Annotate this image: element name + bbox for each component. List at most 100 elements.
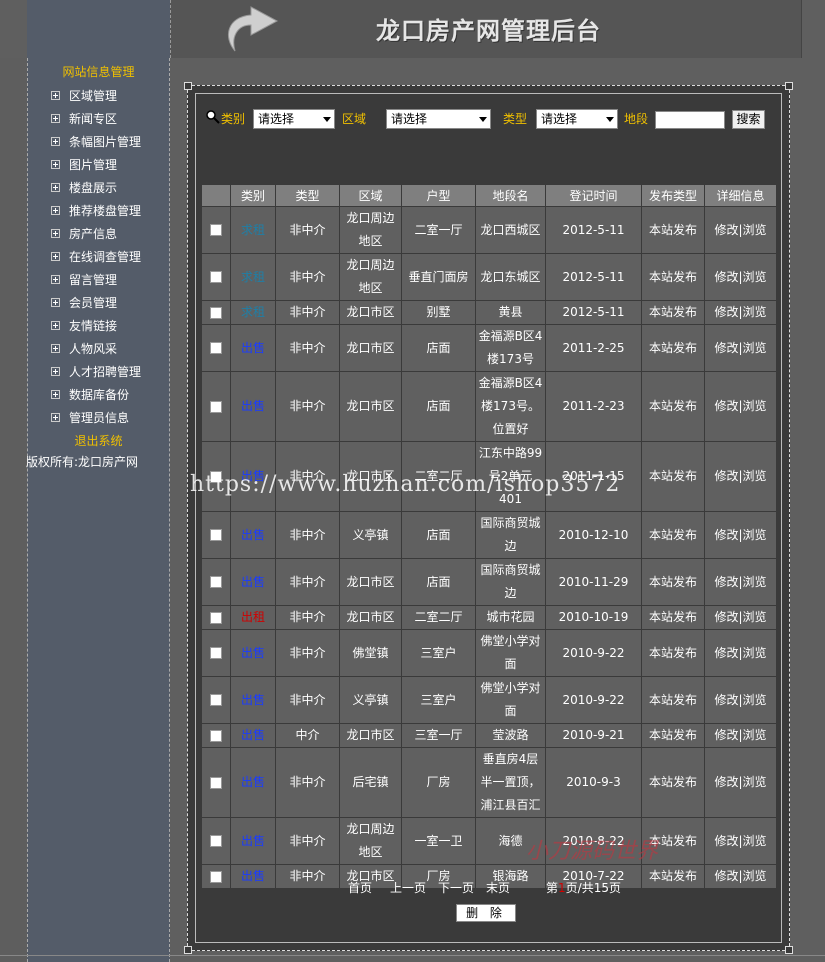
edit-link[interactable]: 修改 <box>714 305 738 319</box>
category-link-cell[interactable]: 出售 <box>230 324 276 372</box>
category-link[interactable]: 出售 <box>241 693 265 707</box>
expand-plus-icon[interactable] <box>51 229 60 238</box>
view-link[interactable]: 浏览 <box>743 305 767 319</box>
category-link-cell[interactable]: 出售 <box>230 747 276 818</box>
row-checkbox[interactable] <box>210 835 222 847</box>
last-page-link[interactable]: 末页 <box>486 879 510 897</box>
sidebar-item[interactable]: 友情链接 <box>28 315 169 338</box>
region-select[interactable]: 请选择 <box>386 109 491 129</box>
row-checkbox[interactable] <box>210 470 222 483</box>
sidebar-item[interactable]: 条幅图片管理 <box>28 131 169 154</box>
row-checkbox[interactable] <box>210 400 222 413</box>
sidebar-item[interactable]: 管理员信息 <box>28 407 169 430</box>
view-link[interactable]: 浏览 <box>743 693 767 707</box>
expand-plus-icon[interactable] <box>51 91 60 100</box>
expand-plus-icon[interactable] <box>51 344 60 353</box>
category-link[interactable]: 出租 <box>241 610 265 624</box>
row-checkbox[interactable] <box>210 647 222 659</box>
row-checkbox[interactable] <box>210 529 222 541</box>
category-link-cell[interactable]: 求租 <box>230 300 276 325</box>
row-checkbox[interactable] <box>210 306 222 319</box>
category-link-cell[interactable]: 出售 <box>230 676 276 724</box>
expand-plus-icon[interactable] <box>51 114 60 123</box>
category-select[interactable]: 请选择 <box>253 109 335 129</box>
row-checkbox[interactable] <box>210 271 222 283</box>
expand-plus-icon[interactable] <box>51 321 60 330</box>
delete-button[interactable]: 删 除 <box>456 904 516 922</box>
expand-plus-icon[interactable] <box>51 252 60 261</box>
category-link-cell[interactable]: 出租 <box>230 605 276 630</box>
category-link[interactable]: 求租 <box>241 270 265 284</box>
row-checkbox[interactable] <box>210 224 222 236</box>
view-link[interactable]: 浏览 <box>743 869 767 883</box>
expand-plus-icon[interactable] <box>51 275 60 284</box>
edit-link[interactable]: 修改 <box>714 341 738 355</box>
expand-plus-icon[interactable] <box>51 183 60 192</box>
edit-link[interactable]: 修改 <box>714 223 738 237</box>
category-link[interactable]: 出售 <box>241 646 265 660</box>
category-link[interactable]: 求租 <box>241 223 265 237</box>
category-link-cell[interactable]: 出售 <box>230 723 276 748</box>
expand-plus-icon[interactable] <box>51 206 60 215</box>
view-link[interactable]: 浏览 <box>743 469 767 483</box>
logout-link[interactable]: 退出系统 <box>28 430 169 452</box>
edit-link[interactable]: 修改 <box>714 834 738 848</box>
category-link[interactable]: 出售 <box>241 775 265 789</box>
sidebar-item[interactable]: 房产信息 <box>28 223 169 246</box>
view-link[interactable]: 浏览 <box>743 728 767 742</box>
category-link[interactable]: 出售 <box>241 399 265 413</box>
type-select[interactable]: 请选择 <box>536 109 618 129</box>
edit-link[interactable]: 修改 <box>714 575 738 589</box>
edit-link[interactable]: 修改 <box>714 775 738 789</box>
view-link[interactable]: 浏览 <box>743 270 767 284</box>
view-link[interactable]: 浏览 <box>743 775 767 789</box>
edit-link[interactable]: 修改 <box>714 399 738 413</box>
edit-link[interactable]: 修改 <box>714 270 738 284</box>
category-link[interactable]: 出售 <box>241 834 265 848</box>
category-link-cell[interactable]: 出售 <box>230 629 276 677</box>
category-link[interactable]: 出售 <box>241 728 265 742</box>
category-link[interactable]: 出售 <box>241 341 265 355</box>
expand-plus-icon[interactable] <box>51 413 60 422</box>
sidebar-item[interactable]: 推荐楼盘管理 <box>28 200 169 223</box>
sidebar-item[interactable]: 图片管理 <box>28 154 169 177</box>
next-page-link[interactable]: 下一页 <box>438 879 474 897</box>
search-button[interactable]: 搜索 <box>732 110 765 129</box>
category-link[interactable]: 出售 <box>241 869 265 883</box>
category-link-cell[interactable]: 出售 <box>230 817 276 865</box>
view-link[interactable]: 浏览 <box>743 610 767 624</box>
view-link[interactable]: 浏览 <box>743 223 767 237</box>
expand-plus-icon[interactable] <box>51 298 60 307</box>
sidebar-item[interactable]: 楼盘展示 <box>28 177 169 200</box>
lot-input[interactable] <box>655 111 725 129</box>
row-checkbox[interactable] <box>210 576 222 588</box>
category-link-cell[interactable]: 求租 <box>230 206 276 254</box>
prev-page-link[interactable]: 上一页 <box>390 879 426 897</box>
expand-plus-icon[interactable] <box>51 367 60 376</box>
sidebar-item[interactable]: 人才招聘管理 <box>28 361 169 384</box>
row-checkbox[interactable] <box>210 342 222 354</box>
category-link-cell[interactable]: 出售 <box>230 441 276 512</box>
view-link[interactable]: 浏览 <box>743 834 767 848</box>
expand-plus-icon[interactable] <box>51 390 60 399</box>
expand-plus-icon[interactable] <box>51 160 60 169</box>
sidebar-item[interactable]: 人物风采 <box>28 338 169 361</box>
first-page-link[interactable]: 首页 <box>348 879 372 897</box>
sidebar-item[interactable]: 在线调查管理 <box>28 246 169 269</box>
sidebar-item[interactable]: 会员管理 <box>28 292 169 315</box>
category-link[interactable]: 求租 <box>241 305 265 319</box>
edit-link[interactable]: 修改 <box>714 528 738 542</box>
row-checkbox[interactable] <box>210 729 222 742</box>
category-link-cell[interactable]: 出售 <box>230 371 276 442</box>
category-link-cell[interactable]: 求租 <box>230 253 276 301</box>
view-link[interactable]: 浏览 <box>743 575 767 589</box>
category-link[interactable]: 出售 <box>241 469 265 483</box>
sidebar-item[interactable]: 数据库备份 <box>28 384 169 407</box>
edit-link[interactable]: 修改 <box>714 646 738 660</box>
row-checkbox[interactable] <box>210 611 222 624</box>
edit-link[interactable]: 修改 <box>714 693 738 707</box>
row-checkbox[interactable] <box>210 776 222 789</box>
view-link[interactable]: 浏览 <box>743 646 767 660</box>
sidebar-item[interactable]: 新闻专区 <box>28 108 169 131</box>
sidebar-item[interactable]: 区域管理 <box>28 85 169 108</box>
